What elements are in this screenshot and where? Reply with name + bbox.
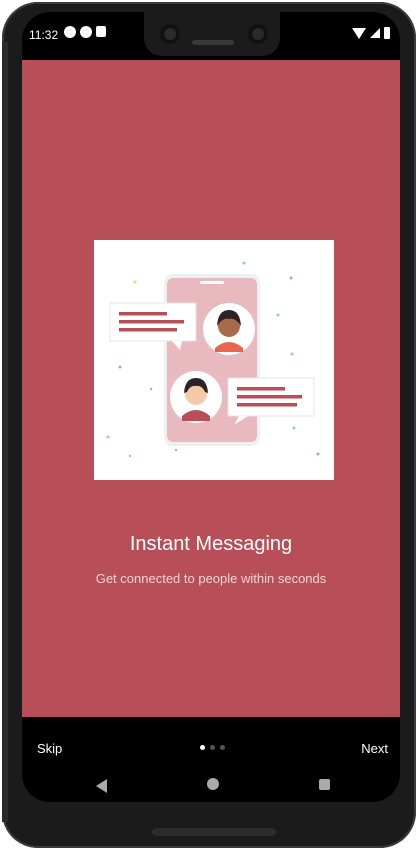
camera-left-icon — [160, 24, 180, 44]
recent-apps-icon[interactable] — [319, 779, 330, 790]
wifi-icon — [352, 27, 366, 39]
battery-icon — [384, 27, 390, 39]
page-dot-2[interactable] — [210, 745, 215, 750]
system-status-icons — [352, 27, 390, 39]
camera-notch — [144, 12, 280, 56]
sd-card-icon — [96, 26, 106, 37]
notification-icon-b — [80, 26, 92, 38]
notification-icons — [64, 26, 106, 38]
next-button[interactable]: Next — [361, 741, 388, 756]
earpiece-speaker — [192, 40, 234, 45]
skip-button[interactable]: Skip — [37, 741, 62, 756]
bottom-speaker-grille — [152, 828, 276, 836]
camera-right-icon — [248, 24, 268, 44]
page-dot-3[interactable] — [220, 745, 225, 750]
signal-icon — [370, 28, 380, 38]
messaging-illustration — [94, 240, 334, 480]
status-time: 11:32 — [29, 28, 59, 42]
messaging-illustration-svg — [106, 261, 320, 458]
onboarding-page[interactable]: Instant Messaging Get connected to peopl… — [22, 60, 400, 717]
onboarding-subtitle: Get connected to people within seconds — [95, 571, 327, 586]
system-nav-bar — [22, 767, 400, 802]
page-dot-1[interactable] — [200, 745, 205, 750]
back-icon[interactable] — [96, 779, 107, 793]
page-indicator — [200, 745, 225, 750]
phone-side-strip — [2, 42, 8, 822]
home-icon[interactable] — [207, 778, 219, 790]
screen: 11:32 Instant Messaging Get connected to… — [22, 12, 400, 802]
notification-icon-a — [64, 26, 76, 38]
onboarding-footer: Skip Next — [22, 717, 400, 767]
status-bar: 11:32 — [22, 12, 400, 58]
onboarding-title: Instant Messaging — [129, 533, 293, 555]
phone-frame: 11:32 Instant Messaging Get connected to… — [2, 2, 416, 848]
